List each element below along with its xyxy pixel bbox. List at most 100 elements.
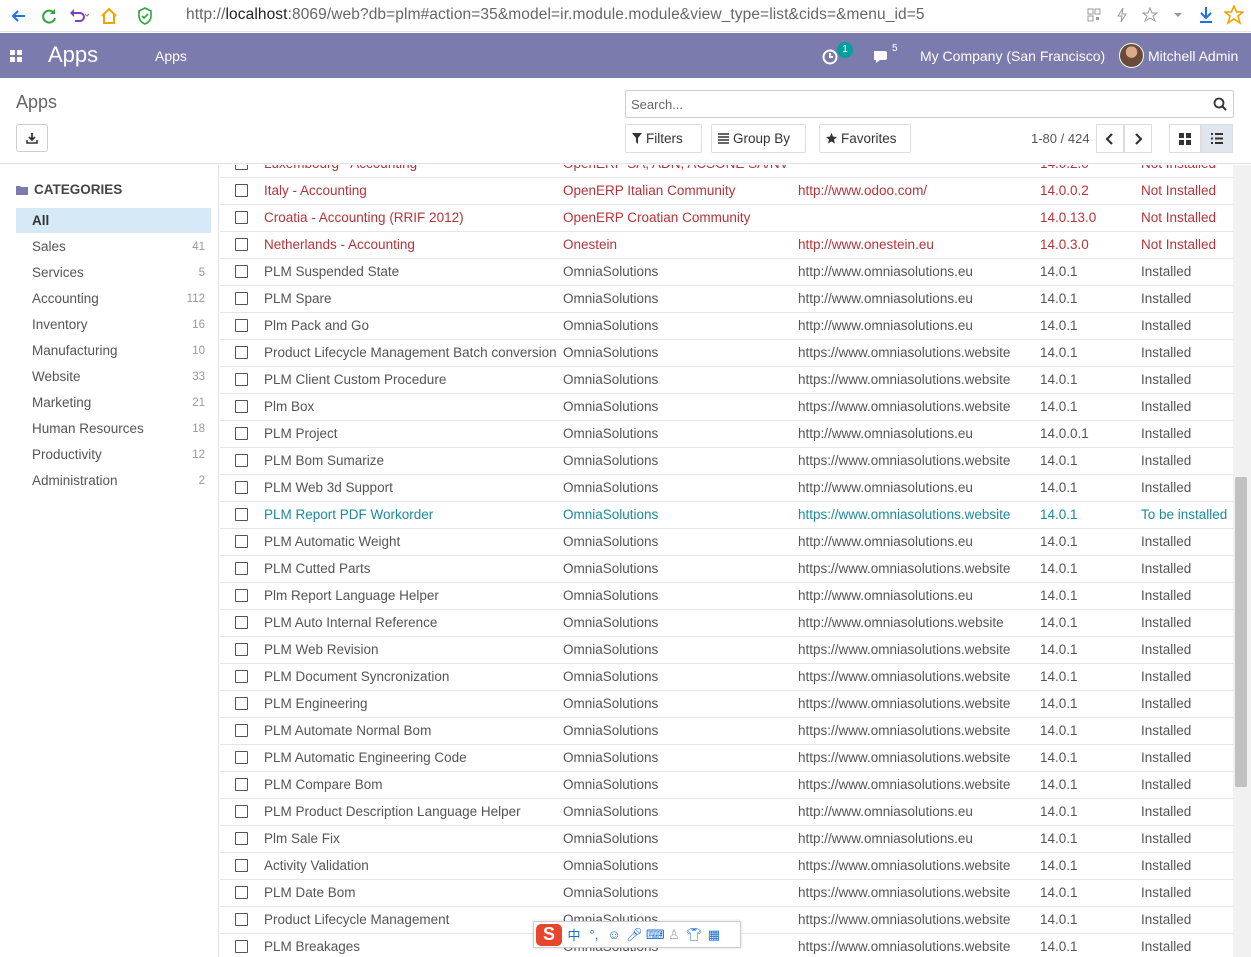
filters-button[interactable]: Filters <box>625 124 702 153</box>
table-row[interactable]: PLM Product Description Language Helper O… <box>220 799 1233 826</box>
table-row[interactable]: PLM Report PDF Workorder OmniaSolutions ht… <box>220 502 1233 529</box>
row-checkbox[interactable] <box>235 886 248 899</box>
table-row[interactable]: PLM Automatic Engineering Code OmniaSolut… <box>220 745 1233 772</box>
skin-icon[interactable]: 👕︎ <box>686 927 703 943</box>
messages-button[interactable]: 5 <box>872 43 906 67</box>
ime-language-toggle[interactable]: 中 <box>566 925 582 944</box>
table-row[interactable]: PLM Client Custom Procedure OmniaSolution… <box>220 367 1233 394</box>
sidebar-item-inventory[interactable]: Inventory 16 <box>16 312 211 337</box>
row-checkbox[interactable] <box>235 859 248 872</box>
row-checkbox[interactable] <box>235 481 248 494</box>
table-row[interactable]: PLM Bom Sumarize OmniaSolutions https://ww… <box>220 448 1233 475</box>
pager-previous-button[interactable] <box>1096 124 1124 153</box>
sidebar-item-marketing[interactable]: Marketing 21 <box>16 390 211 415</box>
table-row[interactable]: PLM Document Syncronization OmniaSolution… <box>220 664 1233 691</box>
sidebar-item-services[interactable]: Services 5 <box>16 260 211 285</box>
pager-value[interactable]: 1-80 / 424 <box>1031 131 1090 146</box>
row-checkbox[interactable] <box>235 454 248 467</box>
row-checkbox[interactable] <box>235 670 248 683</box>
row-checkbox[interactable] <box>235 913 248 926</box>
address-bar[interactable]: http://localhost:8069/web?db=plm#action=… <box>186 6 925 24</box>
pager-next-button[interactable] <box>1124 124 1152 153</box>
row-checkbox[interactable] <box>235 940 248 953</box>
activity-button[interactable]: 1 <box>820 42 854 67</box>
table-row[interactable]: Plm Box OmniaSolutions https://www.omniaso… <box>220 394 1233 421</box>
sidebar-item-accounting[interactable]: Accounting 112 <box>16 286 211 311</box>
row-checkbox[interactable] <box>235 373 248 386</box>
sidebar-item-administration[interactable]: Administration 2 <box>16 468 211 493</box>
row-checkbox[interactable] <box>235 319 248 332</box>
row-checkbox[interactable] <box>235 724 248 737</box>
row-checkbox[interactable] <box>235 643 248 656</box>
row-checkbox[interactable] <box>235 562 248 575</box>
row-checkbox[interactable] <box>235 400 248 413</box>
menu-item-apps[interactable]: Apps <box>155 48 187 64</box>
table-row[interactable]: PLM Web 3d Support OmniaSolutions http://w… <box>220 475 1233 502</box>
app-brand[interactable]: Apps <box>48 42 98 68</box>
row-checkbox[interactable] <box>235 265 248 278</box>
table-row[interactable]: PLM Automate Normal Bom OmniaSolutions htt… <box>220 718 1233 745</box>
star-outline-icon[interactable] <box>1139 4 1161 26</box>
apps-grid-icon[interactable] <box>10 50 22 62</box>
sidebar-item-manufacturing[interactable]: Manufacturing 10 <box>16 338 211 363</box>
row-checkbox[interactable] <box>235 292 248 305</box>
emoji-icon[interactable]: ☺ <box>606 927 622 942</box>
punctuation-icon[interactable]: °, <box>586 927 602 942</box>
row-checkbox[interactable] <box>235 427 248 440</box>
qr-icon[interactable] <box>1083 4 1105 26</box>
download-icon[interactable] <box>1195 4 1217 26</box>
keyboard-icon[interactable]: ⌨ <box>646 927 665 943</box>
undo-icon[interactable] <box>68 5 90 27</box>
table-row[interactable]: Product Lifecycle Management Batch conve… <box>220 340 1233 367</box>
kanban-view-button[interactable] <box>1169 124 1201 153</box>
table-row[interactable]: PLM Engineering OmniaSolutions https://www… <box>220 691 1233 718</box>
favorites-button[interactable]: Favorites <box>819 124 911 153</box>
back-arrow-icon[interactable] <box>8 5 30 27</box>
row-checkbox[interactable] <box>235 589 248 602</box>
table-row[interactable]: PLM Cutted Parts OmniaSolutions https://ww… <box>220 556 1233 583</box>
table-row[interactable]: Netherlands - Accounting Onestein http://w… <box>220 232 1233 259</box>
row-checkbox[interactable] <box>235 184 248 197</box>
row-checkbox[interactable] <box>235 211 248 224</box>
table-row[interactable]: Plm Pack and Go OmniaSolutions http://www.… <box>220 313 1233 340</box>
group-by-button[interactable]: Group By <box>711 124 806 153</box>
row-checkbox[interactable] <box>235 535 248 548</box>
table-row[interactable]: Luxembourg - Accounting OpenERP SA, ADN, … <box>220 165 1233 178</box>
table-row[interactable]: PLM Auto Internal Reference OmniaSolution… <box>220 610 1233 637</box>
sidebar-item-sales[interactable]: Sales 41 <box>16 234 211 259</box>
ime-logo-icon[interactable]: S <box>536 923 562 946</box>
row-checkbox[interactable] <box>235 832 248 845</box>
row-checkbox[interactable] <box>235 697 248 710</box>
lightning-icon[interactable] <box>1111 4 1133 26</box>
home-icon[interactable] <box>98 5 120 27</box>
table-row[interactable]: PLM Date Bom OmniaSolutions https://www.om… <box>220 880 1233 907</box>
row-checkbox[interactable] <box>235 346 248 359</box>
sidebar-item-productivity[interactable]: Productivity 12 <box>16 442 211 467</box>
avatar[interactable] <box>1119 43 1144 68</box>
table-row[interactable]: PLM Spare OmniaSolutions http://www.omnias… <box>220 286 1233 313</box>
user-icon[interactable]: ♙ <box>666 927 682 943</box>
row-checkbox[interactable] <box>235 616 248 629</box>
row-checkbox[interactable] <box>235 508 248 521</box>
row-checkbox[interactable] <box>235 165 248 170</box>
table-row[interactable]: PLM Compare Bom OmniaSolutions https://www… <box>220 772 1233 799</box>
sidebar-item-human-resources[interactable]: Human Resources 18 <box>16 416 211 441</box>
reload-icon[interactable] <box>38 5 60 27</box>
company-switcher[interactable]: My Company (San Francisco) <box>920 48 1105 64</box>
table-row[interactable]: Italy - Accounting OpenERP Italian Commun… <box>220 178 1233 205</box>
list-view-button[interactable] <box>1201 124 1233 153</box>
user-menu[interactable]: Mitchell Admin <box>1148 48 1238 64</box>
table-row[interactable]: PLM Web Revision OmniaSolutions https://ww… <box>220 637 1233 664</box>
import-download-button[interactable] <box>16 124 48 152</box>
toolbox-icon[interactable]: ▦ <box>706 927 722 943</box>
row-checkbox[interactable] <box>235 805 248 818</box>
favorite-star-icon[interactable] <box>1223 4 1245 26</box>
search-icon[interactable] <box>1213 97 1227 111</box>
row-checkbox[interactable] <box>235 751 248 764</box>
table-row[interactable]: Croatia - Accounting (RRIF 2012) OpenERP … <box>220 205 1233 232</box>
sidebar-item-website[interactable]: Website 33 <box>16 364 211 389</box>
table-row[interactable]: Plm Report Language Helper OmniaSolutions… <box>220 583 1233 610</box>
scrollbar-thumb[interactable] <box>1235 477 1247 787</box>
table-row[interactable]: PLM Suspended State OmniaSolutions http://… <box>220 259 1233 286</box>
search-input[interactable] <box>626 91 1196 117</box>
